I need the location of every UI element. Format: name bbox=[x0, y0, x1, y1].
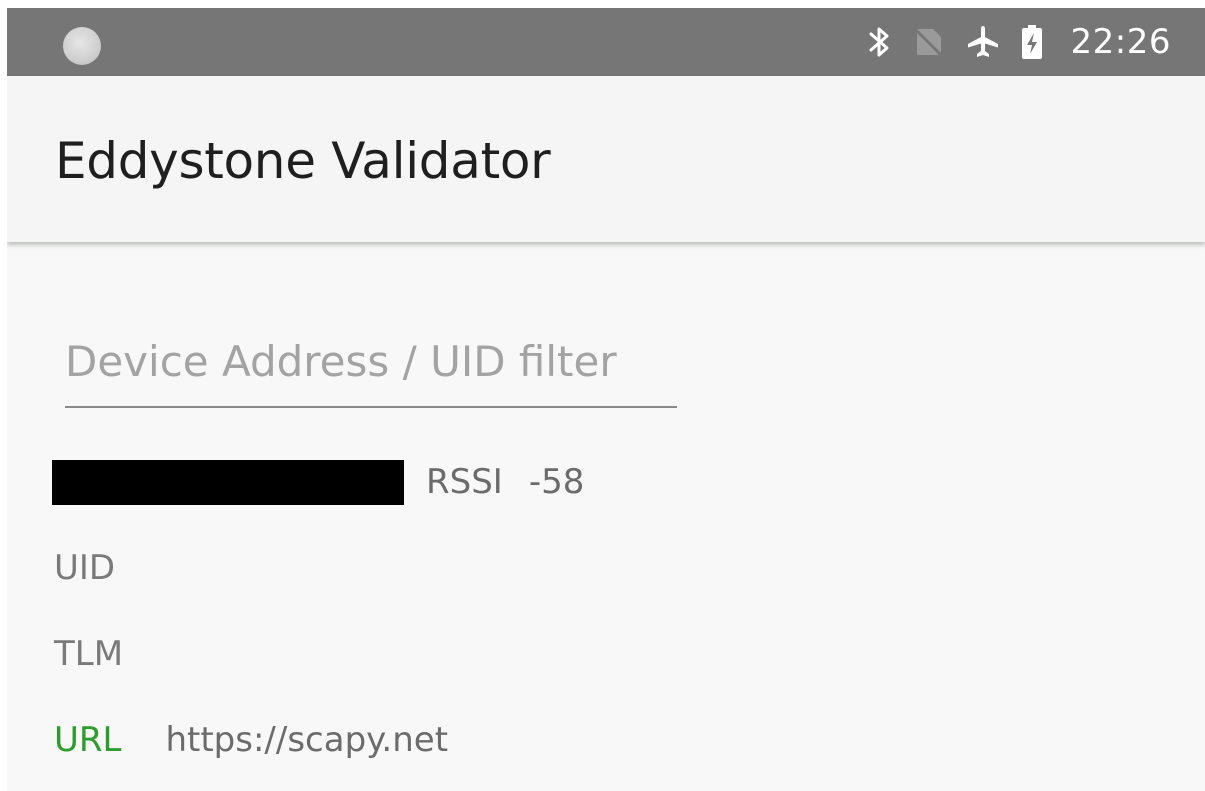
tlm-frame-row: TLM bbox=[54, 634, 123, 674]
app-bar: Eddystone Validator bbox=[7, 76, 1205, 242]
device-filter-input[interactable] bbox=[65, 326, 677, 408]
device-row[interactable]: RSSI -58 bbox=[52, 459, 584, 505]
redacted-device-address bbox=[52, 459, 404, 505]
tlm-label: TLM bbox=[54, 634, 124, 674]
app-screen: 22:26 Eddystone Validator RSSI -58 UID T… bbox=[7, 8, 1205, 791]
battery-charging-icon bbox=[1021, 24, 1043, 60]
rssi-label: RSSI bbox=[426, 462, 503, 502]
url-value[interactable]: https://scapy.net bbox=[165, 720, 448, 760]
bluetooth-icon bbox=[867, 24, 891, 60]
no-sim-icon bbox=[911, 25, 945, 59]
status-icons: 22:26 bbox=[867, 8, 1171, 76]
status-time: 22:26 bbox=[1070, 22, 1171, 62]
uid-frame-row: UID bbox=[54, 548, 115, 588]
airplane-icon bbox=[965, 24, 1001, 60]
url-label: URL bbox=[54, 720, 122, 760]
rssi-value: -58 bbox=[528, 462, 585, 502]
notification-dot-icon bbox=[63, 27, 101, 65]
uid-label: UID bbox=[54, 548, 116, 588]
status-bar: 22:26 bbox=[7, 8, 1205, 76]
url-frame-row: URL https://scapy.net bbox=[54, 720, 448, 760]
page-title: Eddystone Validator bbox=[55, 132, 551, 190]
